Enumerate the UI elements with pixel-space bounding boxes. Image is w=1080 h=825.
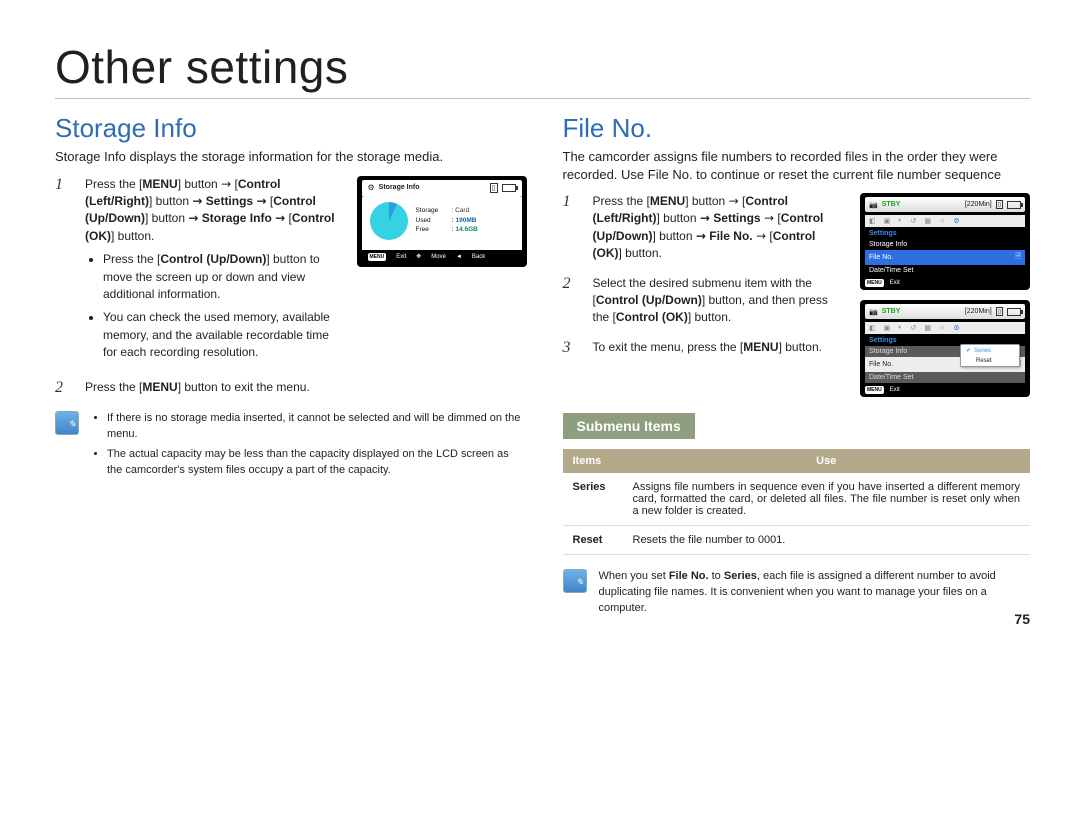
note-text-right: When you set File No. to Series, each fi…	[599, 569, 1031, 617]
camera-icon: 📷	[869, 201, 878, 209]
osd-file-no-menu: 📷 STBY [220Min] ▯ ◧▣◐↺▦☼⚙ Settings Stora…	[860, 193, 1030, 290]
osd-row-datetime: Date/Time Set	[865, 372, 1025, 383]
osd-submenu-series: Series	[974, 348, 991, 354]
step-2-number: 2	[55, 379, 69, 397]
osd-stby: STBY	[882, 201, 901, 208]
osd-storage-value: : Card	[452, 207, 470, 214]
note-icon	[563, 569, 587, 593]
step-2-body-r: Select the desired submenu item with the…	[593, 275, 841, 327]
submenu-table: Items Use Series Assigns file numbers in…	[563, 449, 1031, 555]
step-1-number-r: 1	[563, 193, 577, 263]
page-number: 75	[1014, 611, 1030, 627]
table-row: Reset Resets the file number to 0001.	[563, 526, 1031, 555]
osd-submenu-reset: Reset	[976, 358, 992, 364]
osd-min: [220Min]	[965, 201, 992, 208]
battery-icon	[1007, 201, 1021, 209]
osd-row-datetime: Date/Time Set	[865, 265, 1025, 276]
battery-icon	[1007, 308, 1021, 316]
storage-info-intro: Storage Info displays the storage inform…	[55, 148, 523, 166]
sd-icon: ▯	[490, 183, 498, 193]
sd-icon: ▯	[996, 307, 1003, 316]
submenu-th-use: Use	[623, 449, 1031, 473]
step-2-body: Press the [MENU] button to exit the menu…	[85, 379, 523, 397]
note-icon	[55, 411, 79, 435]
osd-free-value: : 14.6GB	[452, 226, 478, 233]
osd-used-label: Used	[416, 216, 452, 226]
step-3-number-r: 3	[563, 339, 577, 357]
menu-button-icon: MENU	[368, 253, 387, 261]
osd-stby: STBY	[882, 308, 901, 315]
osd-exit: Exit	[890, 280, 900, 286]
submenu-th-items: Items	[563, 449, 623, 473]
battery-icon	[502, 184, 516, 192]
menu-button-icon: MENU	[865, 279, 884, 287]
pie-chart-icon	[370, 202, 408, 240]
joystick-icon: ✥	[416, 253, 421, 260]
osd-storage-label: Storage	[416, 206, 452, 216]
page-icon: 🗎	[1015, 252, 1021, 263]
step-1-body-r: Press the [MENU] button → [Control (Left…	[593, 193, 841, 263]
osd-submenu-popup: ✔Series Reset	[960, 344, 1020, 367]
camera-icon: 📷	[869, 308, 878, 316]
osd-exit: Exit	[890, 387, 900, 393]
check-icon: ✔	[966, 347, 971, 354]
step-2-number-r: 2	[563, 275, 577, 327]
page-title: Other settings	[55, 40, 1030, 99]
osd-move: Move	[431, 254, 446, 260]
osd-row-storage-info: Storage Info	[865, 239, 1025, 250]
osd-row-file-no-selected: File No.🗎	[865, 250, 1025, 265]
file-no-intro: The camcorder assigns file numbers to re…	[563, 148, 1031, 183]
submenu-items-heading: Submenu Items	[563, 413, 695, 439]
file-no-heading: File No.	[563, 113, 1031, 144]
osd-used-value: : 190MB	[452, 217, 477, 224]
menu-button-icon: MENU	[865, 386, 884, 394]
osd-free-label: Free	[416, 225, 452, 235]
osd-storage-info: ⚙ Storage Info ▯ Storage: Card Used: 190…	[357, 176, 527, 267]
step-3-body-r: To exit the menu, press the [MENU] butto…	[593, 339, 841, 357]
sd-icon: ▯	[996, 200, 1003, 209]
gear-icon: ⚙	[368, 183, 375, 192]
storage-info-column: Storage Info Storage Info displays the s…	[55, 113, 523, 617]
osd-back: Back	[472, 254, 485, 260]
bullet-1: Press the [Control (Up/Down)] button to …	[103, 251, 337, 303]
back-icon: ◄	[456, 254, 462, 260]
step-1-body: Press the [MENU] button → [Control (Left…	[85, 176, 337, 368]
bullet-2: You can check the used memory, available…	[103, 309, 337, 361]
osd-file-no-submenu: 📷 STBY [220Min] ▯ ◧▣◐↺▦☼⚙ Settings Stora…	[860, 300, 1030, 397]
note-list-left: If there is no storage media inserted, i…	[91, 411, 523, 483]
osd-settings-heading: Settings	[865, 227, 1025, 239]
step-1-number: 1	[55, 176, 69, 368]
osd-min: [220Min]	[965, 308, 992, 315]
osd-storage-title: Storage Info	[379, 184, 420, 191]
storage-info-heading: Storage Info	[55, 113, 523, 144]
table-row: Series Assigns file numbers in sequence …	[563, 473, 1031, 526]
file-no-column: File No. The camcorder assigns file numb…	[563, 113, 1031, 617]
osd-exit: Exit	[396, 254, 406, 260]
